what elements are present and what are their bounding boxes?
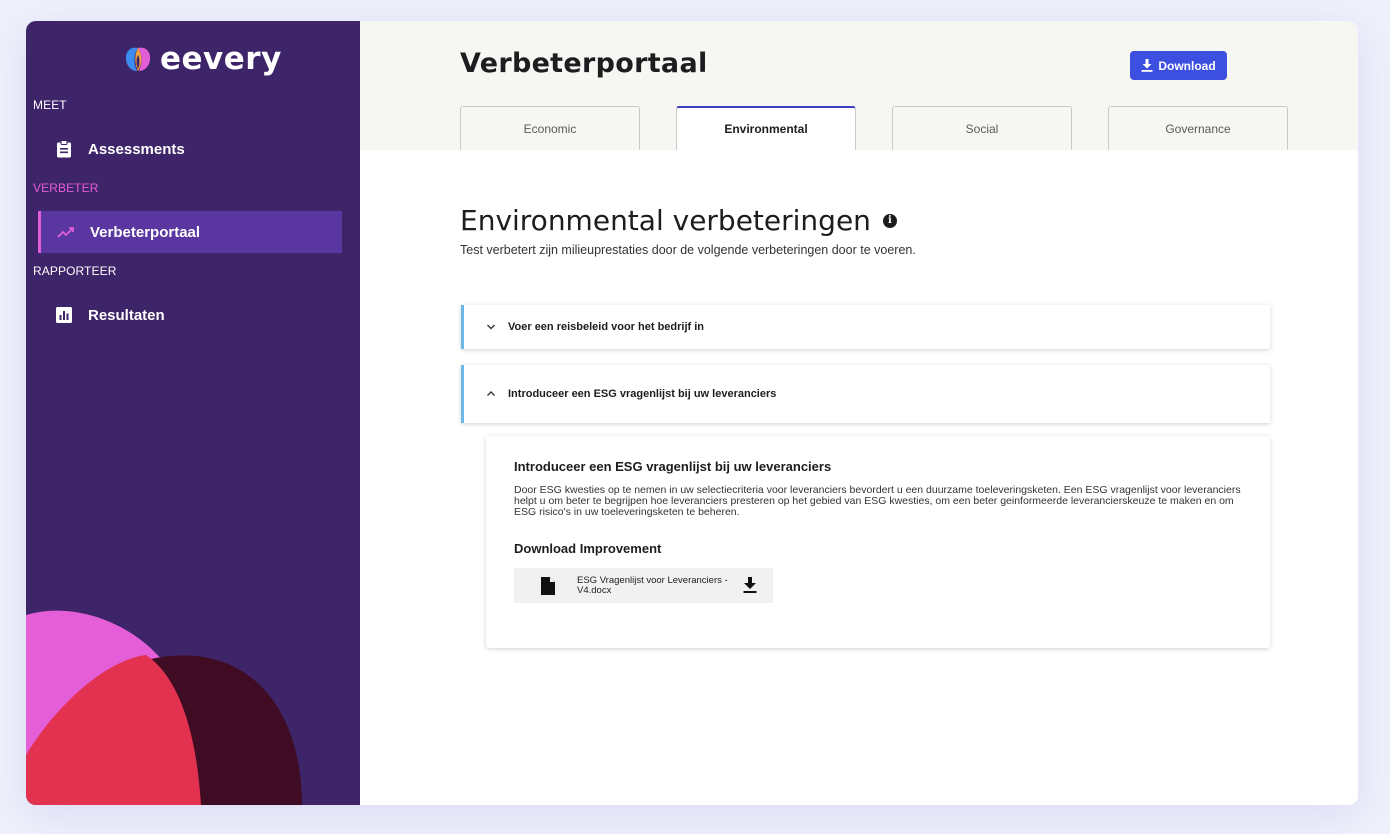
section-label-meet: MEET [33, 98, 67, 112]
sidebar: eevery MEET Assessments VERBETER Verbete… [26, 21, 360, 805]
tab-governance[interactable]: Governance [1108, 106, 1288, 150]
section-subtitle: Test verbetert zijn milieuprestaties doo… [460, 243, 916, 257]
app-window: eevery MEET Assessments VERBETER Verbete… [26, 21, 1358, 805]
info-icon[interactable]: i [882, 213, 897, 228]
file-name: ESG Vragenlijst voor Leveranciers - V4.d… [577, 575, 728, 596]
sidebar-item-label: Assessments [88, 140, 185, 158]
chevron-up-icon [487, 391, 495, 396]
sidebar-item-label: Resultaten [88, 306, 165, 324]
sidebar-item-label: Verbeterportaal [90, 223, 201, 241]
download-button-label: Download [1158, 58, 1216, 73]
main-content: Verbeterportaal Download Economic Enviro… [360, 21, 1358, 805]
file-attachment[interactable]: ESG Vragenlijst voor Leveranciers - V4.d… [514, 568, 773, 603]
tab-economic[interactable]: Economic [460, 106, 640, 150]
tab-social[interactable]: Social [892, 106, 1072, 150]
accordion-detail-panel: Introduceer een ESG vragenlijst bij uw l… [486, 436, 1270, 648]
section-title-text: Environmental verbeteringen [460, 204, 871, 237]
download-file-icon[interactable] [742, 576, 758, 594]
download-icon [1141, 59, 1153, 72]
page-title: Verbeterportaal [460, 48, 708, 79]
chevron-down-icon [487, 324, 495, 330]
section-label-rapporteer: RAPPORTEER [33, 264, 117, 278]
download-button[interactable]: Download [1130, 51, 1227, 80]
decorative-shapes [26, 610, 302, 805]
bar-chart-icon [54, 305, 74, 325]
section-label-verbeter: VERBETER [33, 181, 99, 195]
download-improvement-heading: Download Improvement [514, 541, 662, 556]
detail-title: Introduceer een ESG vragenlijst bij uw l… [514, 459, 832, 474]
accordion-item-reisbeleid[interactable]: Voer een reisbeleid voor het bedrijf in [461, 305, 1270, 349]
trending-up-icon [56, 222, 76, 242]
sidebar-item-assessments[interactable]: Assessments [38, 128, 342, 170]
detail-description: Door ESG kwesties op te nemen in uw sele… [514, 484, 1241, 518]
logo[interactable]: eevery [122, 39, 282, 79]
clipboard-icon [54, 139, 74, 159]
eevery-logo-icon [125, 47, 151, 71]
logo-text: eevery [160, 41, 282, 77]
accordion-item-esg-vragenlijst[interactable]: Introduceer een ESG vragenlijst bij uw l… [461, 365, 1270, 423]
sidebar-item-verbeterportaal[interactable]: Verbeterportaal [38, 211, 342, 253]
sidebar-item-resultaten[interactable]: Resultaten [38, 294, 342, 336]
tab-environmental[interactable]: Environmental [676, 106, 856, 150]
section-title: Environmental verbeteringen i [460, 204, 897, 237]
document-icon [541, 577, 555, 595]
accordion-label: Voer een reisbeleid voor het bedrijf in [508, 321, 705, 333]
accordion-label: Introduceer een ESG vragenlijst bij uw l… [508, 388, 777, 400]
